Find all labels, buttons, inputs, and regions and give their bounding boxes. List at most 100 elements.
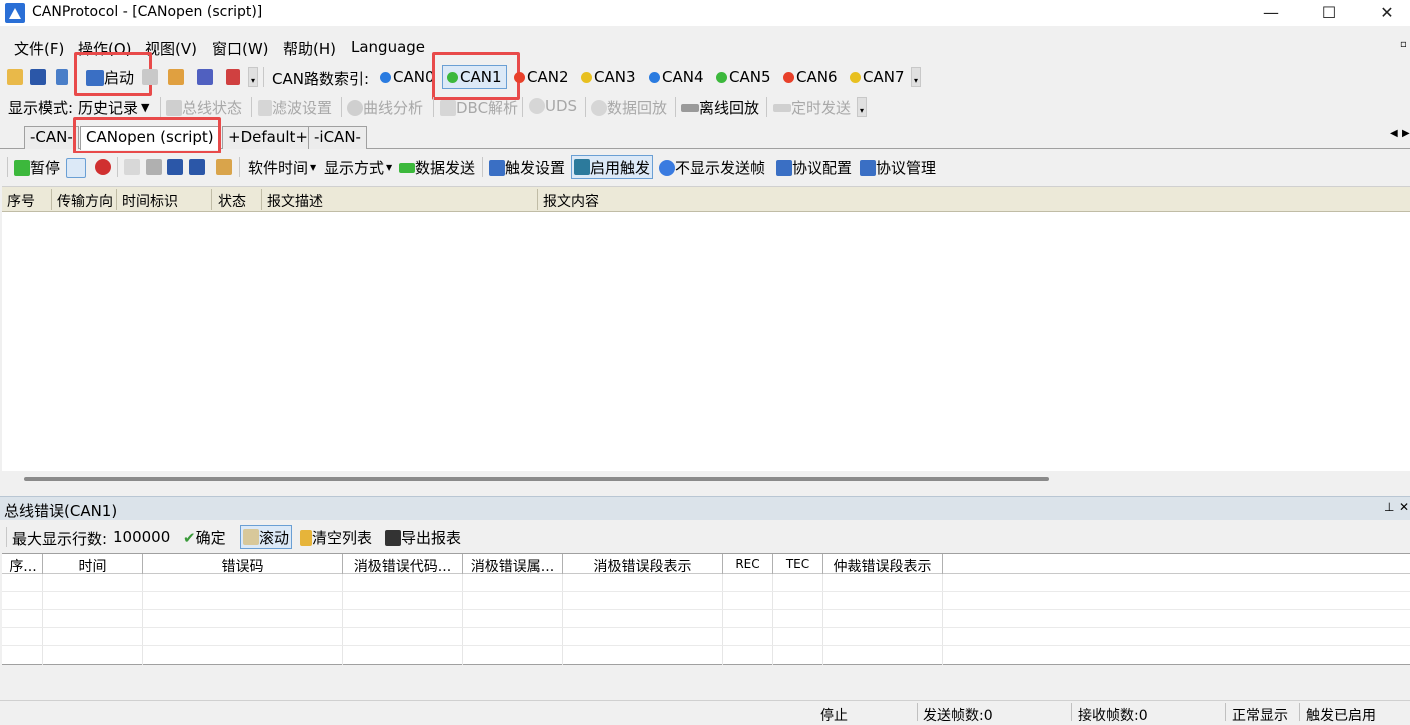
max-rows-input[interactable]: 100000 <box>113 528 170 546</box>
dbc-parse-button[interactable]: DBC解析 <box>440 97 518 118</box>
pause-button[interactable]: 暂停 <box>14 157 60 178</box>
hide-send-frames-button[interactable]: 不显示发送帧 <box>659 157 765 178</box>
separator <box>675 97 676 117</box>
save-data-icon[interactable] <box>167 159 183 175</box>
toolbar1b-overflow-chevron[interactable]: ▾ <box>911 67 921 87</box>
find-icon[interactable] <box>146 159 162 175</box>
timed-send-button[interactable]: 定时发送 <box>773 97 851 118</box>
device-icon[interactable] <box>197 69 213 85</box>
column-header[interactable]: 时间 <box>43 556 142 576</box>
offline-playback-button[interactable]: 离线回放 <box>681 97 759 118</box>
column-header[interactable]: REC <box>723 557 772 571</box>
column-header[interactable]: 报文描述 <box>267 191 323 211</box>
horizontal-scrollbar[interactable] <box>2 472 1410 486</box>
auto-scroll-toggle-icon[interactable] <box>66 158 86 178</box>
menu-file[interactable]: 文件(F) <box>14 38 64 59</box>
save-icon[interactable] <box>30 69 46 85</box>
column-header[interactable]: 序号 <box>7 191 35 211</box>
column-header[interactable]: 消极错误代码... <box>343 556 462 576</box>
grid-line <box>142 574 143 665</box>
data-send-button[interactable]: 数据发送 <box>399 157 475 178</box>
clear-list-button[interactable]: 清空列表 <box>300 527 372 548</box>
clear-icon[interactable] <box>226 69 240 85</box>
curve-analysis-button[interactable]: 曲线分析 <box>347 97 423 118</box>
channel-can7[interactable]: CAN7 <box>850 68 905 86</box>
highlight-box-tab <box>73 117 221 154</box>
filter-button[interactable]: 滤波设置 <box>258 97 332 118</box>
display-mode-select[interactable]: 历史记录 ▼ <box>78 97 149 118</box>
protocol-config-button[interactable]: 协议配置 <box>776 157 852 178</box>
data-playback-button[interactable]: 数据回放 <box>591 97 667 118</box>
channel-can6[interactable]: CAN6 <box>783 68 838 86</box>
grid-line <box>42 574 43 665</box>
menu-bar: 文件(F) 操作(O) 视图(V) 窗口(W) 帮助(H) Language ▫ <box>0 35 1410 59</box>
max-rows-label: 最大显示行数: <box>12 530 108 548</box>
column-header[interactable]: 状态 <box>218 191 246 211</box>
grid-line <box>2 609 1410 610</box>
mdi-restore-icon[interactable]: ▫ <box>1400 39 1407 50</box>
separator <box>7 157 8 177</box>
toolbar1-overflow-chevron[interactable]: ▾ <box>248 67 258 87</box>
timed-send-icon <box>773 103 791 112</box>
status-dot-icon <box>783 71 794 83</box>
scrollbar-thumb[interactable] <box>24 477 1049 481</box>
separator <box>239 157 240 177</box>
separator <box>263 67 264 87</box>
toolbar2-overflow-chevron[interactable]: ▾ <box>857 97 867 117</box>
protocol-manage-icon <box>860 159 876 176</box>
bus-status-button[interactable]: 总线状态 <box>166 97 242 118</box>
scroll-button[interactable]: 滚动 <box>240 525 293 549</box>
close-button[interactable]: ✕ <box>1364 0 1410 26</box>
trigger-setting-button[interactable]: 触发设置 <box>489 157 565 178</box>
export-report-button[interactable]: 导出报表 <box>385 527 461 548</box>
uds-button[interactable]: UDS <box>529 97 577 115</box>
plug-icon[interactable] <box>56 69 68 85</box>
grid-line <box>2 591 1410 592</box>
panel-close-icon[interactable]: ✕ <box>1399 500 1409 514</box>
tab-default[interactable]: +Default+ <box>222 126 314 149</box>
column-header[interactable]: 报文内容 <box>543 191 599 211</box>
channel-can3[interactable]: CAN3 <box>581 68 636 86</box>
column-header[interactable]: 仲裁错误段表示 <box>823 556 942 576</box>
open-folder-icon[interactable] <box>7 69 23 85</box>
software-time-dropdown[interactable]: 软件时间 ▼ <box>248 157 316 178</box>
menu-help[interactable]: 帮助(H) <box>283 38 336 59</box>
error-grid-body[interactable] <box>2 574 1410 665</box>
save-as-icon[interactable] <box>189 159 205 175</box>
column-header[interactable]: 消极错误段表示 <box>563 556 722 576</box>
tab-scroll-left-icon[interactable]: ◀ <box>1390 128 1398 139</box>
confirm-button[interactable]: ✔ 确定 <box>183 527 226 548</box>
minimize-button[interactable]: — <box>1248 0 1294 26</box>
status-divider <box>1299 703 1300 721</box>
stop-icon[interactable] <box>142 69 158 85</box>
column-header[interactable]: 序... <box>4 556 42 576</box>
menu-language[interactable]: Language <box>351 38 425 56</box>
column-header[interactable]: 消极错误属... <box>463 556 562 576</box>
protocol-manage-button[interactable]: 协议管理 <box>860 157 936 178</box>
display-method-dropdown[interactable]: 显示方式 ▼ <box>324 157 392 178</box>
message-grid-body[interactable] <box>2 212 1410 471</box>
enable-trigger-button[interactable]: 启用触发 <box>571 155 654 179</box>
record-icon[interactable] <box>95 159 111 175</box>
column-header[interactable]: TEC <box>773 557 822 571</box>
tab-scroll-right-icon[interactable]: ▶ <box>1402 128 1410 139</box>
package-icon[interactable] <box>216 159 232 175</box>
channel-can2[interactable]: CAN2 <box>514 68 569 86</box>
channel-can0[interactable]: CAN0 <box>380 68 437 86</box>
maximize-button[interactable]: ☐ <box>1306 0 1352 26</box>
display-mode-value: 历史记录 <box>78 99 139 117</box>
column-header[interactable]: 错误码 <box>143 556 342 576</box>
chevron-down-icon: ▼ <box>141 101 150 114</box>
copy-icon[interactable] <box>124 159 140 175</box>
menu-window[interactable]: 窗口(W) <box>212 38 269 59</box>
column-header[interactable]: 传输方向 <box>57 191 115 211</box>
display-state: 正常显示 <box>1232 708 1288 724</box>
channel-can4[interactable]: CAN4 <box>649 68 704 86</box>
tab-can[interactable]: -CAN- <box>24 126 79 149</box>
channel-can5[interactable]: CAN5 <box>716 68 771 86</box>
tab-ican[interactable]: -iCAN- <box>308 126 367 149</box>
tool-icon[interactable] <box>168 69 184 85</box>
column-header[interactable]: 时间标识 <box>122 191 178 211</box>
menu-view[interactable]: 视图(V) <box>145 38 197 59</box>
pin-icon[interactable]: ⊥ <box>1384 500 1394 514</box>
